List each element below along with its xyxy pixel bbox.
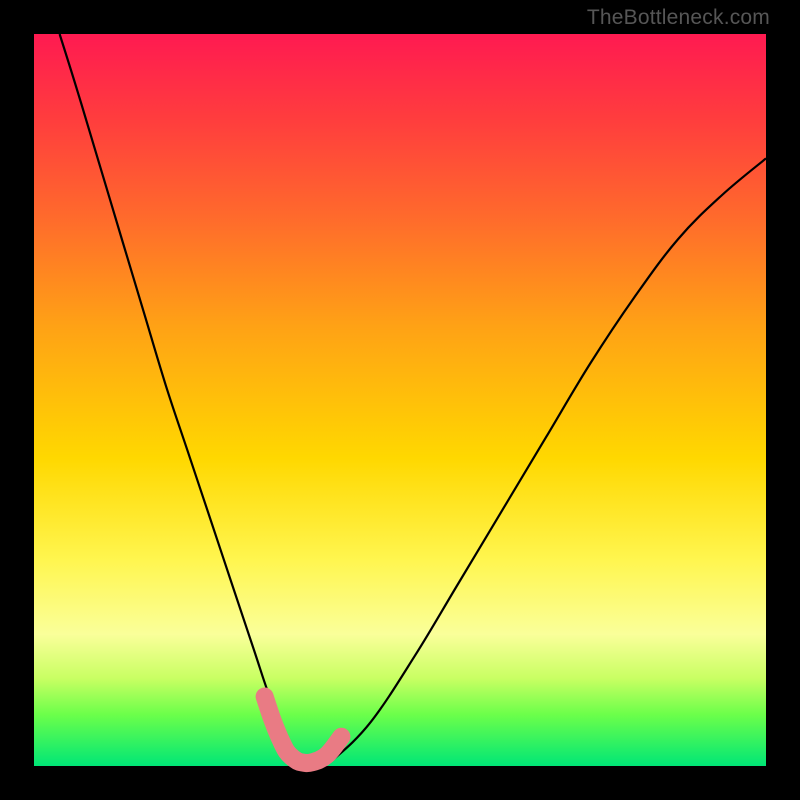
watermark-text: TheBottleneck.com — [587, 6, 770, 30]
bottleneck-curve — [60, 34, 766, 767]
chart-frame: TheBottleneck.com — [0, 0, 800, 800]
highlight-segment — [265, 697, 342, 764]
curve-overlay — [34, 34, 766, 766]
